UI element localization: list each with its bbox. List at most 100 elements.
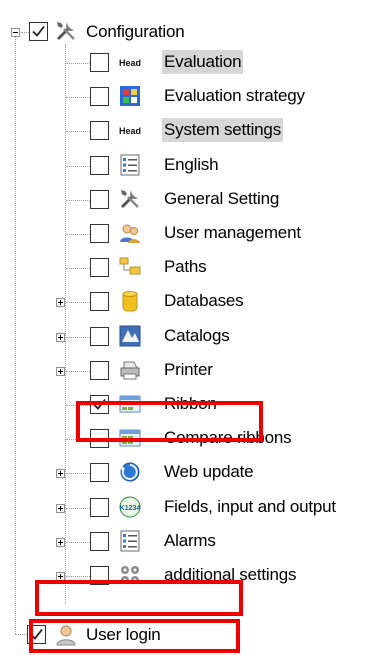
tree-node-printer[interactable]: Printer xyxy=(0,355,387,385)
checkbox[interactable] xyxy=(90,429,109,448)
ribbon-icon xyxy=(118,392,142,416)
tree-line xyxy=(66,302,90,303)
checkbox[interactable] xyxy=(90,258,109,277)
checkbox[interactable] xyxy=(90,463,109,482)
checkbox[interactable] xyxy=(90,532,109,551)
collapse-toggle[interactable] xyxy=(11,28,20,37)
tree-node-compare-ribbons[interactable]: Compare ribbons xyxy=(0,423,387,453)
tree-line xyxy=(66,576,90,577)
tree-line xyxy=(21,32,29,33)
tree-node-label: System settings xyxy=(162,118,283,142)
checkbox[interactable] xyxy=(90,566,109,585)
tree-line xyxy=(66,63,90,64)
tree-line xyxy=(66,508,90,509)
expand-toggle[interactable] xyxy=(56,469,65,478)
tree-line xyxy=(66,439,90,440)
tree-node-label: additional settings xyxy=(164,565,297,584)
tree-node-label: Alarms xyxy=(164,531,216,550)
expand-toggle[interactable] xyxy=(56,333,65,342)
tree-line xyxy=(66,200,90,201)
tree-line xyxy=(66,268,90,269)
tools-icon xyxy=(118,187,142,211)
tree-line xyxy=(66,542,90,543)
tree-node-label: Fields, input and output xyxy=(164,497,336,516)
checkbox[interactable] xyxy=(90,156,109,175)
tree-line xyxy=(66,337,90,338)
head-icon-text: Head xyxy=(119,126,141,136)
tree-node-fields-input-and-output[interactable]: K1234 Fields, input and output xyxy=(0,492,387,522)
tree-node-user-management[interactable]: User management xyxy=(0,218,387,248)
tree-node-label: General Setting xyxy=(164,189,280,208)
settings-tree: Configuration Head Evaluation Evaluation s… xyxy=(0,0,387,655)
tree-node-evaluation[interactable]: Head Evaluation xyxy=(0,47,387,77)
expand-toggle[interactable] xyxy=(56,298,65,307)
tree-node-label: Databases xyxy=(164,291,244,310)
tree-node-label: Printer xyxy=(164,360,213,379)
tree-line xyxy=(66,371,90,372)
checkbox[interactable] xyxy=(90,395,109,414)
tree-node-label: User management xyxy=(164,223,301,242)
tree-node-evaluation-strategy[interactable]: Evaluation strategy xyxy=(0,81,387,111)
checkbox[interactable] xyxy=(90,498,109,517)
tree-node-user-login[interactable]: User login xyxy=(0,620,387,650)
checkbox[interactable] xyxy=(90,361,109,380)
tree-line xyxy=(66,131,90,132)
strategy-icon xyxy=(118,84,142,108)
checkbox[interactable] xyxy=(90,292,109,311)
tree-node-label: Web update xyxy=(164,462,254,481)
checkbox[interactable] xyxy=(90,53,109,72)
printer-icon xyxy=(118,358,142,382)
tree-node-english[interactable]: English xyxy=(0,150,387,180)
tree-node-databases[interactable]: Databases xyxy=(0,286,387,316)
tree-line xyxy=(66,473,90,474)
database-icon xyxy=(118,289,142,313)
tree-line xyxy=(66,405,90,406)
tree-node-label: Paths xyxy=(164,257,207,276)
web-update-icon xyxy=(118,460,142,484)
checkbox[interactable] xyxy=(90,327,109,346)
tree-line xyxy=(66,97,90,98)
expand-toggle[interactable] xyxy=(56,504,65,513)
tree-line xyxy=(66,234,90,235)
tree-node-label: Ribbon xyxy=(164,394,217,413)
tools-icon xyxy=(54,19,78,43)
fields-icon: K1234 xyxy=(118,495,142,519)
users-icon xyxy=(118,221,142,245)
checkbox[interactable] xyxy=(90,190,109,209)
expand-toggle[interactable] xyxy=(56,367,65,376)
checkbox[interactable] xyxy=(29,22,48,41)
paths-icon xyxy=(118,255,142,279)
list-icon xyxy=(118,529,142,553)
checkbox[interactable] xyxy=(90,224,109,243)
head-icon: Head xyxy=(118,118,142,142)
tree-node-web-update[interactable]: Web update xyxy=(0,457,387,487)
head-icon: Head xyxy=(118,50,142,74)
tree-node-additional-settings[interactable]: additional settings xyxy=(0,560,387,590)
tree-node-catalogs[interactable]: Catalogs xyxy=(0,321,387,351)
ribbon-icon xyxy=(118,426,142,450)
tree-node-label: Evaluation strategy xyxy=(164,86,305,105)
checkbox[interactable] xyxy=(27,625,46,644)
head-icon-text: Head xyxy=(119,58,141,68)
tree-node-label: Configuration xyxy=(86,22,185,41)
tree-node-ribbon[interactable]: Ribbon xyxy=(0,389,387,419)
list-icon xyxy=(118,153,142,177)
tree-node-label: English xyxy=(164,155,219,174)
tree-node-label: Compare ribbons xyxy=(164,428,292,447)
settings-icon xyxy=(118,563,142,587)
checkbox[interactable] xyxy=(90,121,109,140)
tree-node-label: Evaluation xyxy=(162,50,244,74)
catalog-icon xyxy=(118,324,142,348)
fields-icon-text: K1234 xyxy=(120,505,141,512)
tree-node-label: Catalogs xyxy=(164,326,230,345)
tree-line xyxy=(66,166,90,167)
expand-toggle[interactable] xyxy=(56,572,65,581)
tree-node-general-setting[interactable]: General Setting xyxy=(0,184,387,214)
tree-node-label: User login xyxy=(86,625,161,644)
tree-node-configuration[interactable]: Configuration xyxy=(0,16,387,46)
expand-toggle[interactable] xyxy=(56,538,65,547)
tree-node-paths[interactable]: Paths xyxy=(0,252,387,282)
checkbox[interactable] xyxy=(90,87,109,106)
tree-node-alarms[interactable]: Alarms xyxy=(0,526,387,556)
tree-node-system-settings[interactable]: Head System settings xyxy=(0,115,387,145)
